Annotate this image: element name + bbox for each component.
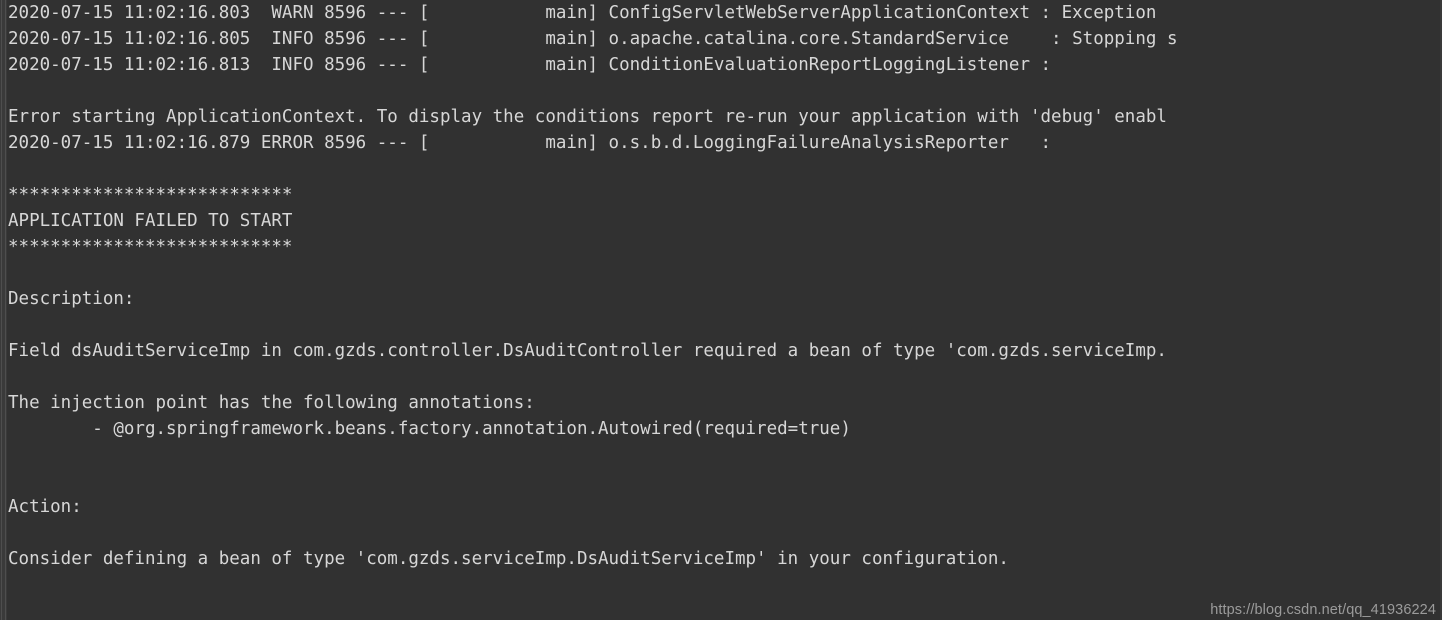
log-line: Error starting ApplicationContext. To di… xyxy=(8,107,1167,127)
log-line: *************************** xyxy=(8,185,293,205)
log-line: 2020-07-15 11:02:16.803 WARN 8596 --- [ … xyxy=(8,3,1157,23)
console-window: 2020-07-15 11:02:16.803 WARN 8596 --- [ … xyxy=(0,0,1442,620)
log-line: - @org.springframework.beans.factory.ann… xyxy=(8,419,851,439)
log-line: 2020-07-15 11:02:16.879 ERROR 8596 --- [… xyxy=(8,133,1052,153)
log-line: The injection point has the following an… xyxy=(8,393,535,413)
log-output-area[interactable]: 2020-07-15 11:02:16.803 WARN 8596 --- [ … xyxy=(0,0,1442,620)
gutter-divider-left xyxy=(1,0,2,620)
log-line: Field dsAuditServiceImp in com.gzds.cont… xyxy=(8,341,1167,361)
watermark-url: https://blog.csdn.net/qq_41936224 xyxy=(1210,602,1436,618)
log-line: 2020-07-15 11:02:16.805 INFO 8596 --- [ … xyxy=(8,29,1178,49)
log-line: Consider defining a bean of type 'com.gz… xyxy=(8,549,1009,569)
log-line: Description: xyxy=(8,289,135,309)
log-line: Action: xyxy=(8,497,82,517)
log-line: APPLICATION FAILED TO START xyxy=(8,211,293,231)
log-line: 2020-07-15 11:02:16.813 INFO 8596 --- [ … xyxy=(8,55,1052,75)
log-line: *************************** xyxy=(8,237,293,257)
gutter-divider-right xyxy=(5,0,6,620)
